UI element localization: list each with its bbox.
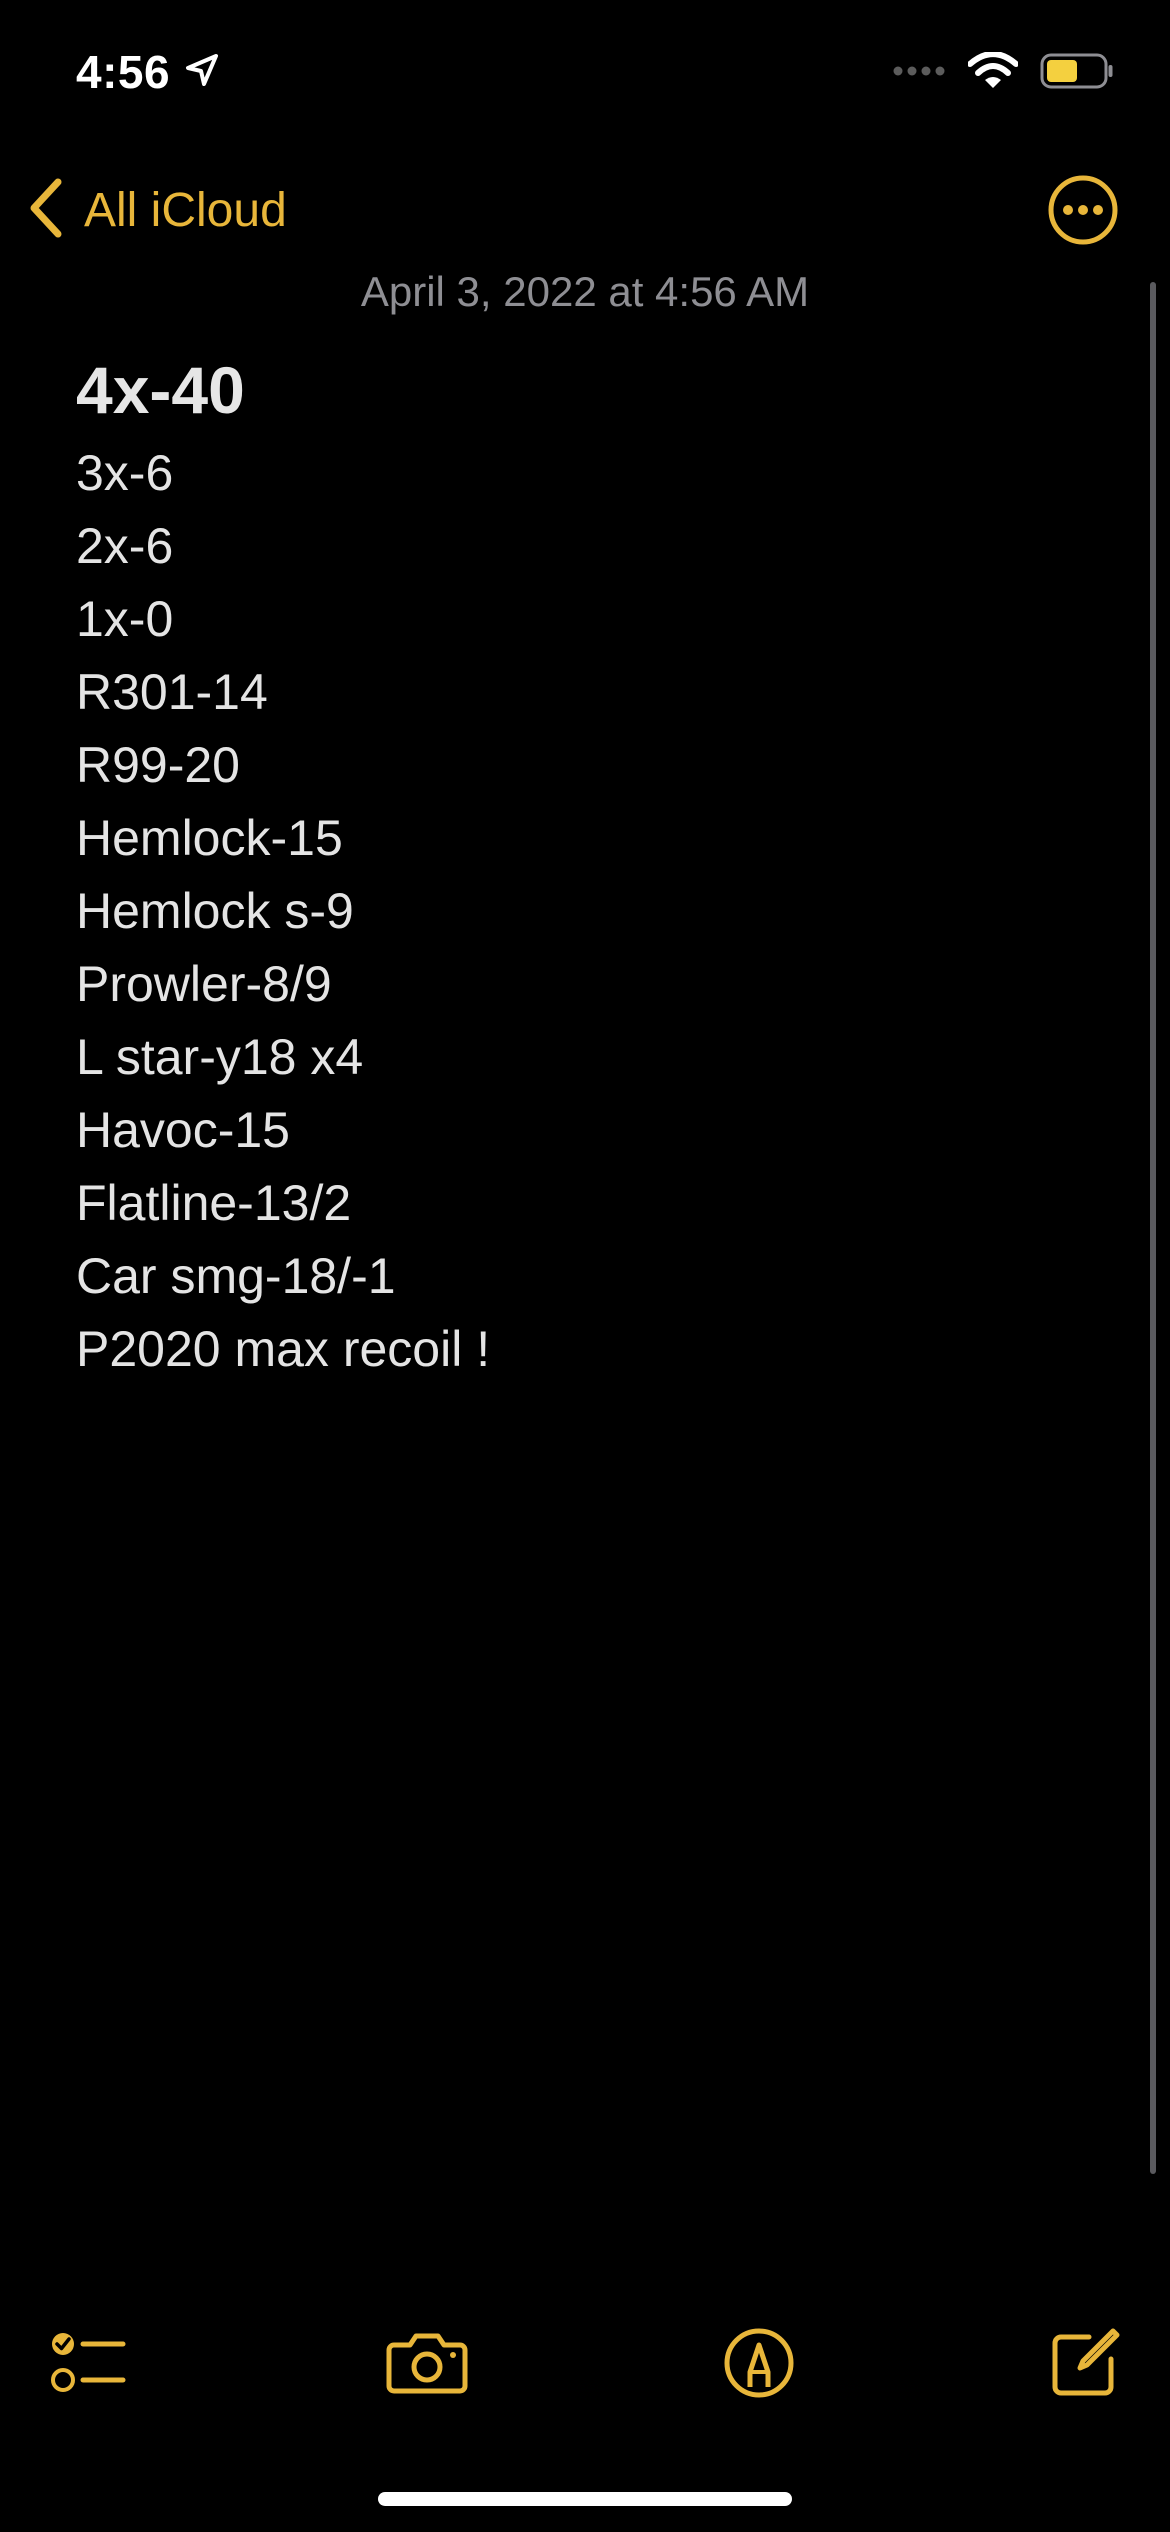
note-line[interactable]: Flatline-13/2 <box>76 1167 1076 1240</box>
location-arrow-icon <box>182 50 222 95</box>
back-label: All iCloud <box>84 183 287 237</box>
note-line[interactable]: Hemlock-15 <box>76 802 1076 875</box>
note-line[interactable]: Havoc-15 <box>76 1094 1076 1167</box>
note-line[interactable]: Prowler-8/9 <box>76 948 1076 1021</box>
status-indicators <box>892 51 1114 95</box>
compose-button[interactable] <box>1040 2320 1130 2410</box>
navigation-bar: All iCloud <box>0 160 1170 260</box>
markup-button[interactable] <box>714 2320 804 2410</box>
battery-icon <box>1040 52 1114 95</box>
chevron-left-icon <box>26 178 66 243</box>
status-bar: 4:56 <box>0 0 1170 150</box>
camera-button[interactable] <box>382 2320 472 2410</box>
note-line[interactable]: P2020 max recoil ! <box>76 1313 1076 1386</box>
note-line[interactable]: R301-14 <box>76 656 1076 729</box>
note-line[interactable]: Car smg-18/-1 <box>76 1240 1076 1313</box>
note-line[interactable]: 1x-0 <box>76 583 1076 656</box>
camera-icon <box>386 2331 468 2400</box>
signal-dots-icon <box>892 64 946 83</box>
note-body[interactable]: 4x-40 3x-6 2x-6 1x-0 R301-14 R99-20 Heml… <box>76 345 1076 1386</box>
home-indicator[interactable] <box>378 2492 792 2506</box>
checklist-button[interactable] <box>44 2320 134 2410</box>
note-line[interactable]: 2x-6 <box>76 510 1076 583</box>
checklist-icon <box>51 2330 127 2401</box>
ellipsis-circle-icon <box>1046 175 1120 251</box>
compose-icon <box>1049 2327 1121 2404</box>
note-title[interactable]: 4x-40 <box>76 345 1076 435</box>
note-line[interactable]: L star-y18 x4 <box>76 1021 1076 1094</box>
more-options-button[interactable] <box>1046 173 1120 247</box>
scroll-indicator[interactable] <box>1150 282 1156 2174</box>
back-button[interactable]: All iCloud <box>26 172 287 248</box>
status-time-group: 4:56 <box>76 42 222 102</box>
wifi-icon <box>967 51 1019 95</box>
note-line[interactable]: R99-20 <box>76 729 1076 802</box>
markup-pen-icon <box>723 2327 795 2404</box>
note-line[interactable]: Hemlock s-9 <box>76 875 1076 948</box>
note-date: April 3, 2022 at 4:56 AM <box>360 268 810 315</box>
bottom-toolbar <box>0 2310 1170 2420</box>
status-time: 4:56 <box>76 46 171 98</box>
note-line[interactable]: 3x-6 <box>76 437 1076 510</box>
